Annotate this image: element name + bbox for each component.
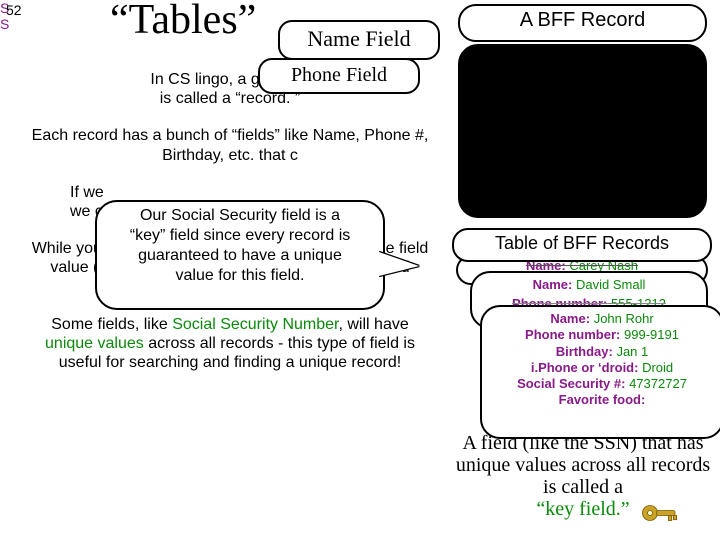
paragraph-2: Each record has a bunch of “fields” like… [30,126,430,164]
keyword-key-field: “key field.” [536,498,629,520]
slide: 52 “Tables” Name Field Phone Field In CS… [0,0,720,540]
field-label: Favorite food: [559,392,646,407]
peek-text: S [0,16,40,32]
field-label: Birthday: [556,344,613,359]
field-value: Droid [642,360,673,375]
field-value: 47372727 [629,376,687,391]
field-value: David Small [576,277,645,292]
card-line: i.Phone or ‘droid: Droid [488,360,716,376]
key-field-callout: Our Social Security field is a “key” fie… [95,200,385,310]
field-label: Name: [533,277,573,292]
text: A field (like the SSN) that has unique v… [456,432,710,498]
bff-record-title: A BFF Record [458,4,707,42]
field-value: John Rohr [594,311,654,326]
text: Some fields, like [51,316,172,333]
keyword-unique: unique values [45,335,144,352]
field-label: i.Phone or ‘droid: [531,360,639,375]
page-number: 52 [6,2,22,18]
callout-line: Our Social Security field is a [105,206,375,226]
keyword-ssn: Social Security Number [172,316,338,333]
table-of-records-title: Table of BFF Records [452,228,712,262]
bff-record-card [458,44,707,218]
card-line: Phone number: 999-9191 [488,327,716,343]
slide-title: “Tables” [110,0,256,44]
field-label: Name: [550,311,590,326]
card-line: Favorite food: [488,392,716,408]
field-value: Jan 1 [616,344,648,359]
record-card-john: Name: John Rohr Phone number: 999-9191 B… [480,305,720,439]
paragraph-5: Some fields, like Social Security Number… [30,315,430,373]
field-value: 999-9191 [624,327,679,342]
field-label: Phone number: [525,327,620,342]
callout-line: “key” field since every record is [105,226,375,246]
callout-line: guaranteed to have a unique [105,246,375,266]
phone-field-annotation: Phone Field [258,58,420,94]
card-line: Birthday: Jan 1 [488,344,716,360]
card-line: Name: John Rohr [488,311,716,327]
callout-line: value for this field. [105,266,375,286]
field-label: Social Security #: [517,376,625,391]
card-line: Name: David Small [472,277,706,292]
name-field-annotation: Name Field [278,20,440,60]
key-icon [640,498,680,528]
text: , will have [338,316,408,333]
card-line: Social Security #: 47372727 [488,376,716,392]
